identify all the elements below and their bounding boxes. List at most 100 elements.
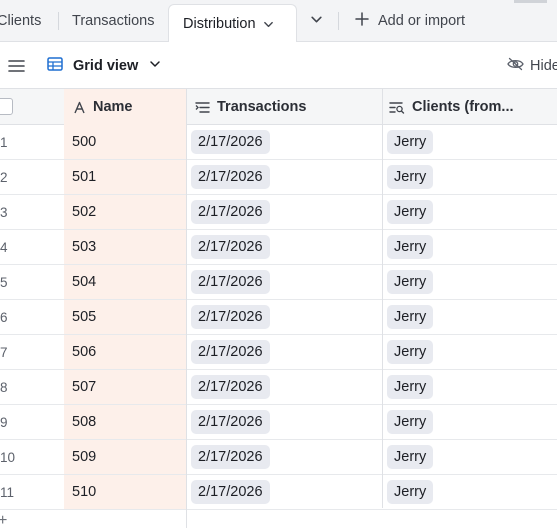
name-cell[interactable]: 509	[64, 440, 186, 474]
client-lookup-pill: Jerry	[387, 340, 434, 364]
lookup-field-icon	[389, 101, 405, 114]
table-row[interactable]: 11 510 2/17/2026 Jerry	[0, 475, 557, 510]
table-row[interactable]: 2 501 2/17/2026 Jerry	[0, 160, 557, 195]
column-header-clients[interactable]: Clients (from...	[382, 89, 557, 125]
table-row[interactable]: 10 509 2/17/2026 Jerry	[0, 440, 557, 475]
text-field-icon	[73, 101, 86, 114]
transaction-link-pill[interactable]: 2/17/2026	[191, 130, 270, 154]
transaction-link-pill[interactable]: 2/17/2026	[191, 445, 270, 469]
tables-dropdown-button[interactable]	[310, 0, 323, 42]
row-number-label: 9	[0, 414, 8, 430]
clients-cell[interactable]: Jerry	[382, 195, 557, 229]
column-header-name[interactable]: Name	[64, 89, 186, 125]
column-header-name-label: Name	[93, 99, 133, 115]
row-number: 6	[0, 300, 64, 334]
chevron-down-icon	[310, 13, 323, 30]
tab-distribution-label: Distribution	[183, 16, 256, 32]
tab-clients[interactable]: Clients	[0, 0, 41, 42]
clients-cell[interactable]: Jerry	[382, 160, 557, 194]
transactions-cell[interactable]: 2/17/2026	[186, 405, 382, 439]
tab-transactions-label: Transactions	[72, 13, 155, 29]
name-value: 505	[72, 309, 97, 325]
name-cell[interactable]: 503	[64, 230, 186, 264]
name-cell[interactable]: 505	[64, 300, 186, 334]
transaction-link-pill[interactable]: 2/17/2026	[191, 410, 270, 434]
grid-view-icon	[47, 56, 63, 75]
transactions-cell[interactable]: 2/17/2026	[186, 265, 382, 299]
row-number: 3	[0, 195, 64, 229]
transaction-link-pill[interactable]: 2/17/2026	[191, 340, 270, 364]
table-row[interactable]: 5 504 2/17/2026 Jerry	[0, 265, 557, 300]
add-or-import-button[interactable]: Add or import	[355, 0, 465, 42]
eye-slash-icon	[507, 57, 524, 75]
name-value: 507	[72, 379, 97, 395]
name-cell[interactable]: 510	[64, 475, 186, 509]
client-lookup-pill: Jerry	[387, 130, 434, 154]
name-value: 503	[72, 239, 97, 255]
name-cell[interactable]: 501	[64, 160, 186, 194]
client-lookup-pill: Jerry	[387, 305, 434, 329]
transaction-link-pill[interactable]: 2/17/2026	[191, 165, 270, 189]
clients-cell[interactable]: Jerry	[382, 300, 557, 334]
name-cell[interactable]: 507	[64, 370, 186, 404]
client-lookup-pill: Jerry	[387, 410, 434, 434]
transaction-link-pill[interactable]: 2/17/2026	[191, 480, 270, 504]
table-row[interactable]: 7 506 2/17/2026 Jerry	[0, 335, 557, 370]
clients-cell[interactable]: Jerry	[382, 405, 557, 439]
view-switcher-button[interactable]: Grid view	[47, 42, 161, 89]
name-value: 510	[72, 484, 97, 500]
column-divider	[186, 89, 187, 528]
transactions-cell[interactable]: 2/17/2026	[186, 440, 382, 474]
tab-clients-label: Clients	[0, 13, 42, 29]
transactions-cell[interactable]: 2/17/2026	[186, 475, 382, 509]
column-header-clients-label: Clients (from...	[412, 99, 514, 115]
transaction-link-pill[interactable]: 2/17/2026	[191, 375, 270, 399]
transaction-link-pill[interactable]: 2/17/2026	[191, 270, 270, 294]
chevron-down-icon[interactable]	[263, 19, 274, 30]
table-row[interactable]: 6 505 2/17/2026 Jerry	[0, 300, 557, 335]
transaction-link-pill[interactable]: 2/17/2026	[191, 235, 270, 259]
row-number: 10	[0, 440, 64, 474]
transactions-cell[interactable]: 2/17/2026	[186, 125, 382, 159]
transaction-link-pill[interactable]: 2/17/2026	[191, 200, 270, 224]
view-name-label: Grid view	[73, 57, 139, 74]
clients-cell[interactable]: Jerry	[382, 265, 557, 299]
transactions-cell[interactable]: 2/17/2026	[186, 160, 382, 194]
name-cell[interactable]: 500	[64, 125, 186, 159]
transactions-cell[interactable]: 2/17/2026	[186, 300, 382, 334]
table-row[interactable]: 9 508 2/17/2026 Jerry	[0, 405, 557, 440]
row-number: 4	[0, 230, 64, 264]
clients-cell[interactable]: Jerry	[382, 440, 557, 474]
tab-transactions[interactable]: Transactions	[72, 0, 154, 42]
client-lookup-pill: Jerry	[387, 165, 434, 189]
tab-distribution[interactable]: Distribution	[168, 4, 297, 43]
clients-cell[interactable]: Jerry	[382, 125, 557, 159]
table-row[interactable]: 1 500 2/17/2026 Jerry	[0, 125, 557, 160]
name-value: 509	[72, 449, 97, 465]
clients-cell[interactable]: Jerry	[382, 370, 557, 404]
row-number-label: 2	[0, 169, 8, 185]
add-record-plus-icon[interactable]: +	[0, 513, 7, 528]
clients-cell[interactable]: Jerry	[382, 335, 557, 369]
name-value: 506	[72, 344, 97, 360]
tab-divider	[338, 12, 339, 30]
name-cell[interactable]: 504	[64, 265, 186, 299]
transactions-cell[interactable]: 2/17/2026	[186, 370, 382, 404]
hamburger-menu-icon[interactable]	[8, 42, 25, 89]
table-row[interactable]: 8 507 2/17/2026 Jerry	[0, 370, 557, 405]
hide-fields-button[interactable]: Hide	[507, 42, 557, 89]
row-number-label: 8	[0, 379, 8, 395]
select-all-checkbox[interactable]	[0, 98, 13, 115]
name-cell[interactable]: 506	[64, 335, 186, 369]
table-row[interactable]: 4 503 2/17/2026 Jerry	[0, 230, 557, 265]
name-cell[interactable]: 502	[64, 195, 186, 229]
clients-cell[interactable]: Jerry	[382, 230, 557, 264]
name-cell[interactable]: 508	[64, 405, 186, 439]
transactions-cell[interactable]: 2/17/2026	[186, 195, 382, 229]
transactions-cell[interactable]: 2/17/2026	[186, 230, 382, 264]
clients-cell[interactable]: Jerry	[382, 475, 557, 509]
transaction-link-pill[interactable]: 2/17/2026	[191, 305, 270, 329]
column-header-transactions[interactable]: Transactions	[186, 89, 382, 125]
table-row[interactable]: 3 502 2/17/2026 Jerry	[0, 195, 557, 230]
transactions-cell[interactable]: 2/17/2026	[186, 335, 382, 369]
